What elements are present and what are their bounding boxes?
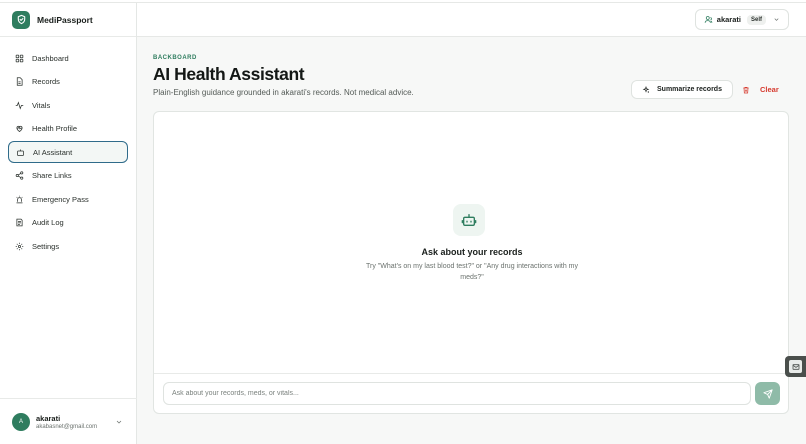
clear-label: Clear (760, 85, 779, 94)
clear-button[interactable]: Clear (742, 80, 779, 99)
heart-icon (16, 125, 23, 132)
send-button[interactable] (755, 382, 780, 405)
sidebar-item-ai-assistant[interactable]: AI Assistant (8, 141, 128, 163)
log-icon (16, 218, 23, 227)
mail-icon (789, 360, 802, 373)
account-email: akabasnet@gmail.com (36, 423, 98, 430)
sidebar-item-share-links[interactable]: Share Links (8, 165, 128, 187)
top-bar: akarati Self (137, 3, 806, 37)
chat-input[interactable] (163, 382, 751, 405)
pulse-icon (15, 100, 24, 110)
chevron-up-down-icon[interactable] (115, 418, 123, 426)
sidebar-item-dashboard[interactable]: Dashboard (8, 47, 128, 69)
sidebar-item-records[interactable]: Records (8, 71, 128, 93)
chat-composer (154, 373, 788, 414)
page-title: AI Health Assistant (153, 64, 305, 84)
account-name: akarati (36, 413, 61, 423)
send-icon (762, 388, 773, 399)
sidebar-item-label: Vitals (32, 100, 51, 110)
profile-switcher[interactable]: akarati Self (694, 9, 789, 30)
page-subtitle: Plain-English guidance grounded in akara… (153, 88, 414, 97)
chat-panel: Ask about your records Try "What's on my… (153, 111, 789, 414)
sidebar-item-label: Records (32, 77, 60, 86)
page-eyebrow: BACKBOARD (153, 55, 197, 61)
sidebar: MediPassport Dashboard Records Vitals He… (0, 3, 137, 444)
sidebar-item-emergency-pass[interactable]: Emergency Pass (8, 188, 128, 210)
bot-icon (453, 204, 485, 236)
grid-icon (15, 54, 24, 62)
floating-feedback-widget[interactable] (785, 356, 806, 377)
sidebar-nav: Dashboard Records Vitals Health Profile … (0, 37, 136, 257)
brand[interactable]: MediPassport (0, 3, 136, 37)
sidebar-item-label: Dashboard (32, 53, 69, 63)
avatar: A (12, 412, 30, 431)
sidebar-item-label: Audit Log (32, 218, 64, 227)
profile-name: akarati (716, 15, 741, 24)
summarize-records-button[interactable]: Summarize records (631, 80, 733, 99)
summarize-records-label: Summarize records (657, 86, 722, 93)
self-badge: Self (746, 14, 766, 25)
empty-state-hint: Try "What's on my last blood test?" or "… (366, 263, 578, 281)
sidebar-item-label: Health Profile (32, 124, 78, 133)
empty-state-title: Ask about your records (421, 247, 523, 257)
sidebar-item-label: Emergency Pass (32, 194, 89, 204)
account-menu[interactable]: A akarati akabasnet@gmail.com (0, 398, 137, 444)
gear-icon (15, 242, 24, 250)
sidebar-item-vitals[interactable]: Vitals (8, 94, 128, 116)
user-icon (704, 16, 713, 23)
chevron-down-icon (774, 18, 779, 21)
bot-icon (17, 149, 24, 156)
sidebar-item-audit-log[interactable]: Audit Log (8, 212, 128, 234)
shield-logo-icon (12, 10, 30, 29)
sidebar-item-health-profile[interactable]: Health Profile (8, 118, 128, 140)
brand-name: MediPassport (37, 14, 93, 25)
sidebar-item-label: AI Assistant (33, 147, 73, 157)
sidebar-item-label: Settings (32, 241, 60, 251)
account-info: akarati akabasnet@gmail.com (36, 414, 97, 430)
trash-icon (743, 86, 749, 93)
file-icon (16, 77, 23, 86)
sidebar-item-settings[interactable]: Settings (8, 235, 128, 257)
sidebar-item-label: Share Links (32, 171, 72, 180)
share-icon (15, 171, 24, 180)
siren-icon (16, 195, 23, 203)
sparkles-icon (642, 85, 650, 93)
